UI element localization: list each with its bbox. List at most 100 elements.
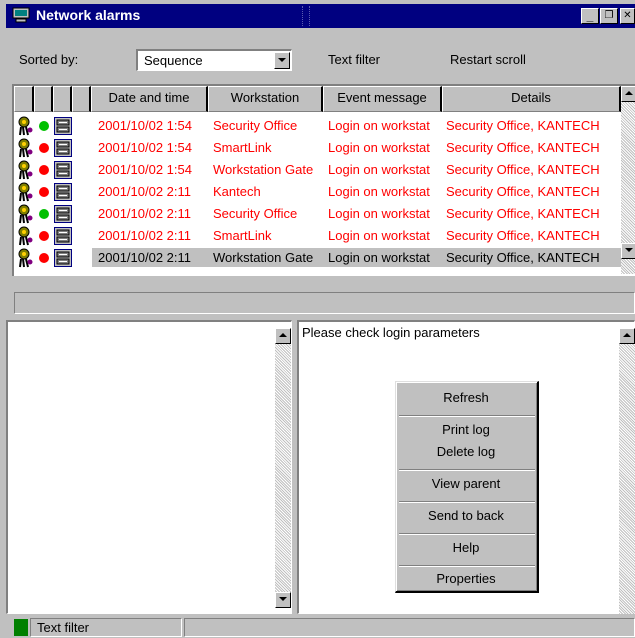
person-icon xyxy=(18,204,33,224)
cell-details: Security Office, KANTECH xyxy=(446,162,600,177)
status-dot-icon xyxy=(39,253,49,263)
alarm-list[interactable]: Date and time Workstation Event message … xyxy=(12,84,635,276)
status-dot-icon xyxy=(39,187,49,197)
person-icon xyxy=(18,226,33,246)
column-header-event[interactable]: Event message xyxy=(323,86,442,112)
menu-item-print-log[interactable]: Print log xyxy=(396,422,536,437)
cell-details: Security Office, KANTECH xyxy=(446,228,600,243)
tree-scroll-up-button[interactable] xyxy=(275,328,291,344)
restart-scroll-button[interactable]: Restart scroll xyxy=(450,52,526,67)
restore-icon: ❐ xyxy=(604,10,614,21)
status-dot-icon xyxy=(39,231,49,241)
sorted-by-label: Sorted by: xyxy=(19,52,79,67)
person-icon xyxy=(18,160,33,180)
menu-item-properties[interactable]: Properties xyxy=(396,571,536,586)
menu-separator xyxy=(399,415,535,417)
cell-details: Security Office, KANTECH xyxy=(446,118,600,133)
cell-date: 2001/10/02 2:11 xyxy=(98,250,192,265)
table-row[interactable]: 2001/10/02 1:54 Workstation Gate Login on … xyxy=(14,159,621,181)
cell-details: Security Office, KANTECH xyxy=(446,140,600,155)
status-dot-icon xyxy=(39,143,49,153)
menu-separator xyxy=(399,501,535,503)
table-row[interactable]: 2001/10/02 2:11 Workstation Gate Login on … xyxy=(14,247,622,269)
workstation-icon xyxy=(54,249,72,267)
cell-date: 2001/10/02 1:54 xyxy=(98,118,192,133)
toolbar: Sorted by: Sequence Text filter Restart … xyxy=(6,34,635,82)
alarm-list-scrollbar[interactable] xyxy=(621,86,635,274)
tree-pane[interactable] xyxy=(6,320,292,614)
close-button[interactable]: ✕ xyxy=(620,8,635,24)
menu-item-help[interactable]: Help xyxy=(396,540,536,555)
workstation-icon xyxy=(54,117,72,135)
status-dot-icon xyxy=(39,165,49,175)
column-header-icon-3[interactable] xyxy=(53,86,72,112)
cell-workstation: Kantech xyxy=(213,184,261,199)
table-row[interactable]: 2001/10/02 2:11 SmartLink Login on worksta… xyxy=(14,225,621,247)
column-header-icon-2[interactable] xyxy=(34,86,53,112)
sort-select-value: Sequence xyxy=(144,53,203,68)
context-menu: Refresh Print log Delete log View parent… xyxy=(395,381,539,593)
status-dot-icon xyxy=(39,121,49,131)
minimize-button[interactable]: _ xyxy=(581,8,599,24)
sort-select[interactable]: Sequence xyxy=(136,49,292,71)
restore-button[interactable]: ❐ xyxy=(600,8,618,24)
detail-pane-scrollbar[interactable] xyxy=(619,328,635,614)
column-header-date[interactable]: Date and time xyxy=(91,86,208,112)
table-row[interactable]: 2001/10/02 2:11 Security Office Login on w… xyxy=(14,203,621,225)
scroll-up-button[interactable] xyxy=(621,86,635,102)
person-icon xyxy=(18,116,33,136)
column-header-icon-4[interactable] xyxy=(72,86,91,112)
text-filter-button[interactable]: Text filter xyxy=(328,52,380,67)
cell-date: 2001/10/02 1:54 xyxy=(98,140,192,155)
arrow-up-icon xyxy=(625,91,633,95)
table-row[interactable]: 2001/10/02 2:11 Kantech Login on workstat S… xyxy=(14,181,621,203)
scroll-down-button[interactable] xyxy=(621,243,635,259)
status-dot-icon xyxy=(39,209,49,219)
column-header-workstation[interactable]: Workstation xyxy=(208,86,323,112)
cell-event: Login on workstat xyxy=(328,250,430,265)
status-text: Text filter xyxy=(37,620,90,635)
cell-date: 2001/10/02 2:11 xyxy=(98,206,192,221)
column-header-icon-1[interactable] xyxy=(14,86,34,112)
window-title: Network alarms xyxy=(36,7,141,23)
cell-event: Login on workstat xyxy=(328,162,430,177)
menu-item-delete-log[interactable]: Delete log xyxy=(396,444,536,459)
cell-details: Security Office, KANTECH xyxy=(446,184,600,199)
monitor-icon xyxy=(12,7,30,23)
splitter-bar[interactable] xyxy=(14,292,635,314)
menu-separator xyxy=(399,533,535,535)
status-segment-empty xyxy=(184,618,635,637)
cell-event: Login on workstat xyxy=(328,206,430,221)
menu-separator xyxy=(399,565,535,567)
detail-scroll-up-button[interactable] xyxy=(619,328,635,344)
tree-scroll-down-button[interactable] xyxy=(275,592,291,608)
cell-event: Login on workstat xyxy=(328,228,430,243)
table-row[interactable]: 2001/10/02 1:54 SmartLink Login on worksta… xyxy=(14,137,621,159)
cell-date: 2001/10/02 2:11 xyxy=(98,184,192,199)
cell-workstation: SmartLink xyxy=(213,228,272,243)
workstation-icon xyxy=(54,183,72,201)
arrow-down-icon xyxy=(625,248,633,252)
menu-item-view-parent[interactable]: View parent xyxy=(396,476,536,491)
column-header-details[interactable]: Details xyxy=(442,86,621,112)
cell-event: Login on workstat xyxy=(328,118,430,133)
network-alarms-window: Network alarms _ ❐ ✕ Sorted by: Sequence… xyxy=(0,0,635,638)
table-row[interactable]: 2001/10/02 1:54 Security Office Login on w… xyxy=(14,115,621,137)
arrow-up-icon xyxy=(279,333,287,337)
cell-details: Security Office, KANTECH xyxy=(446,250,600,265)
person-icon xyxy=(18,138,33,158)
workstation-icon xyxy=(54,227,72,245)
workstation-icon xyxy=(54,139,72,157)
cell-workstation: Security Office xyxy=(213,118,298,133)
chevron-down-icon xyxy=(278,58,286,62)
tree-pane-scrollbar[interactable] xyxy=(275,328,291,608)
title-bar[interactable]: Network alarms _ ❐ ✕ xyxy=(6,4,635,28)
arrow-up-icon xyxy=(623,333,631,337)
sort-dropdown-button[interactable] xyxy=(274,52,290,69)
minimize-icon: _ xyxy=(586,9,594,23)
menu-item-refresh[interactable]: Refresh xyxy=(396,390,536,405)
cell-date: 2001/10/02 1:54 xyxy=(98,162,192,177)
detail-message: Please check login parameters xyxy=(302,325,480,340)
menu-item-send-to-back[interactable]: Send to back xyxy=(396,508,536,523)
close-icon: ✕ xyxy=(623,10,632,21)
